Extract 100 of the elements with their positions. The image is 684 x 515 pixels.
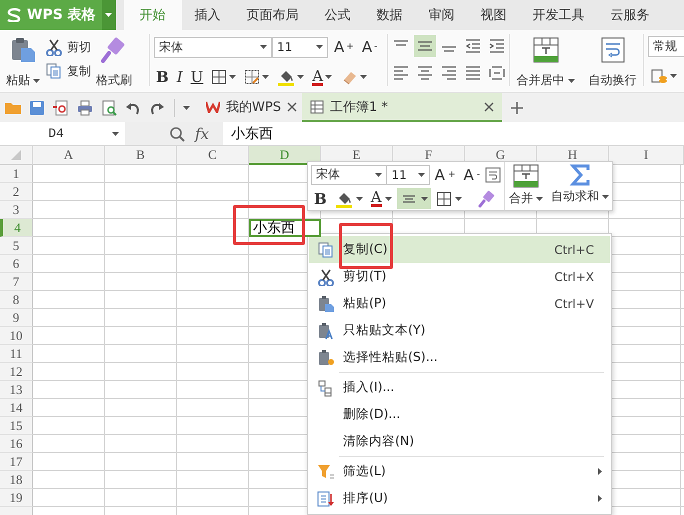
menu-item[interactable]: 插入(I)... xyxy=(309,374,610,401)
row-header[interactable]: 5 xyxy=(0,237,33,255)
document-tab[interactable]: 我的WPS xyxy=(198,93,302,122)
column-header[interactable]: B xyxy=(105,146,177,165)
row-header[interactable]: 12 xyxy=(0,363,33,381)
scissors-icon xyxy=(45,38,63,56)
ribbon-tab[interactable]: 开始 xyxy=(124,0,182,30)
name-box[interactable]: D4 xyxy=(0,122,125,145)
grow-font-button[interactable]: A$^{+}$ xyxy=(432,164,458,185)
menu-item[interactable]: 复制(C) Ctrl+C xyxy=(309,236,610,263)
pdf-export-icon[interactable] xyxy=(52,98,70,116)
row-header[interactable]: 2 xyxy=(0,183,33,201)
menu-item[interactable]: 选择性粘贴(S)... xyxy=(309,344,610,371)
merge-center-button[interactable]: 合并居中 xyxy=(514,34,576,91)
wrap-icon xyxy=(598,36,626,64)
font-size-dropdown[interactable]: 11 xyxy=(386,164,430,184)
merge-button[interactable]: 合并 xyxy=(505,162,547,210)
formula-field[interactable]: 小东西 xyxy=(223,122,684,145)
app-menu-dropdown[interactable] xyxy=(102,0,116,30)
ribbon-tab[interactable]: 开发工具 xyxy=(520,0,598,30)
active-cell[interactable]: 小东西 xyxy=(249,219,321,237)
caret-icon xyxy=(297,75,304,79)
font-color-button[interactable]: A xyxy=(368,188,395,209)
bold-button[interactable]: B xyxy=(311,188,330,209)
font-name-dropdown[interactable]: 宋体 xyxy=(311,164,388,184)
paste-text-icon xyxy=(317,322,335,340)
paste-icon xyxy=(317,294,335,312)
row-header[interactable]: 7 xyxy=(0,273,33,291)
row-header[interactable]: 16 xyxy=(0,435,33,453)
wrap-text-button[interactable]: 自动换行 xyxy=(586,34,638,91)
align-middle-button[interactable] xyxy=(414,35,436,57)
row-header[interactable]: 14 xyxy=(0,399,33,417)
caret-icon xyxy=(670,74,677,78)
document-tab[interactable]: 工作簿1 * xyxy=(302,93,502,122)
logo-icon xyxy=(6,8,22,22)
copy-icon xyxy=(45,62,63,80)
column-header[interactable]: A xyxy=(33,146,105,165)
wrap-icon[interactable] xyxy=(485,166,501,182)
caret-icon xyxy=(356,196,363,200)
grow-font-button[interactable]: A$^{+}$ xyxy=(332,36,356,58)
number-format-dropdown[interactable]: 常规 xyxy=(648,36,684,57)
print-icon[interactable] xyxy=(76,98,94,116)
align-middle-icon xyxy=(416,40,432,52)
close-icon[interactable] xyxy=(286,102,297,112)
menu-item[interactable]: 筛选(L) xyxy=(309,458,610,485)
format-painter-button[interactable]: 格式刷 xyxy=(94,34,134,91)
bold-button[interactable]: B xyxy=(154,66,171,88)
ribbon-tab[interactable]: 页面布局 xyxy=(234,0,312,30)
paste-button[interactable]: 粘贴 xyxy=(4,34,42,91)
caret-icon xyxy=(360,75,368,79)
autosum-button[interactable]: 自动求和 xyxy=(547,162,613,210)
ribbon-tab[interactable]: 审阅 xyxy=(416,0,468,30)
row-header[interactable]: 19 xyxy=(0,489,33,507)
print-preview-icon[interactable] xyxy=(100,98,118,116)
menu-item[interactable]: 排序(U) xyxy=(309,485,610,512)
brush-icon xyxy=(478,190,496,208)
row-header[interactable]: 15 xyxy=(0,417,33,435)
save-icon[interactable] xyxy=(28,98,46,116)
row-header[interactable]: 6 xyxy=(0,255,33,273)
row-header[interactable]: 1 xyxy=(0,165,33,183)
column-header[interactable]: I xyxy=(609,146,684,165)
font-color-button[interactable]: A xyxy=(310,66,334,88)
add-tab-icon[interactable] xyxy=(510,100,524,114)
ribbon-tab[interactable]: 数据 xyxy=(364,0,416,30)
row-header[interactable]: 9 xyxy=(0,309,33,327)
row-header[interactable]: 17 xyxy=(0,453,33,471)
ribbon-tab[interactable]: 公式 xyxy=(312,0,364,30)
shrink-font-button[interactable]: A$^{-}$ xyxy=(360,36,380,58)
grid-icon xyxy=(436,190,452,206)
row-header[interactable]: 11 xyxy=(0,345,33,363)
sum-icon xyxy=(569,164,591,186)
align-center-button[interactable] xyxy=(396,188,431,209)
menu-item[interactable]: 剪切(T) Ctrl+X xyxy=(309,263,610,290)
fill-color-icon xyxy=(277,68,296,86)
italic-button[interactable]: I xyxy=(174,66,185,88)
font-name-dropdown[interactable]: 宋体 xyxy=(154,36,272,58)
row-header[interactable]: 3 xyxy=(0,201,33,219)
column-header[interactable]: C xyxy=(177,146,249,165)
menu-item[interactable]: 清除内容(N) xyxy=(309,428,610,455)
align-center-icon xyxy=(416,66,432,80)
row-header[interactable]: 10 xyxy=(0,327,33,345)
cut-button[interactable]: 剪切 xyxy=(45,38,91,56)
row-header[interactable]: 13 xyxy=(0,381,33,399)
ribbon-tab[interactable]: 视图 xyxy=(468,0,520,30)
underline-button[interactable]: U xyxy=(188,66,206,88)
row-header[interactable]: 18 xyxy=(0,471,33,489)
menu-item[interactable]: 粘贴(P) Ctrl+V xyxy=(309,290,610,317)
grid-icon xyxy=(211,69,228,85)
row-header[interactable]: 8 xyxy=(0,291,33,309)
copy-button[interactable]: 复制 xyxy=(45,62,91,80)
menu-item[interactable]: 删除(D)... xyxy=(309,401,610,428)
ribbon-tab[interactable]: 云服务 xyxy=(598,0,663,30)
font-size-dropdown[interactable]: 11 xyxy=(272,36,328,58)
menu-item[interactable]: 只粘贴文本(Y) xyxy=(309,317,610,344)
zoom-icon[interactable] xyxy=(169,126,185,142)
shrink-font-button[interactable]: A$^{-}$ xyxy=(460,164,483,185)
insert-function-button[interactable]: fx xyxy=(195,124,210,142)
customize-toolbar-button[interactable] xyxy=(183,106,190,110)
ribbon-tab[interactable]: 插入 xyxy=(182,0,234,30)
close-icon[interactable] xyxy=(484,102,494,112)
